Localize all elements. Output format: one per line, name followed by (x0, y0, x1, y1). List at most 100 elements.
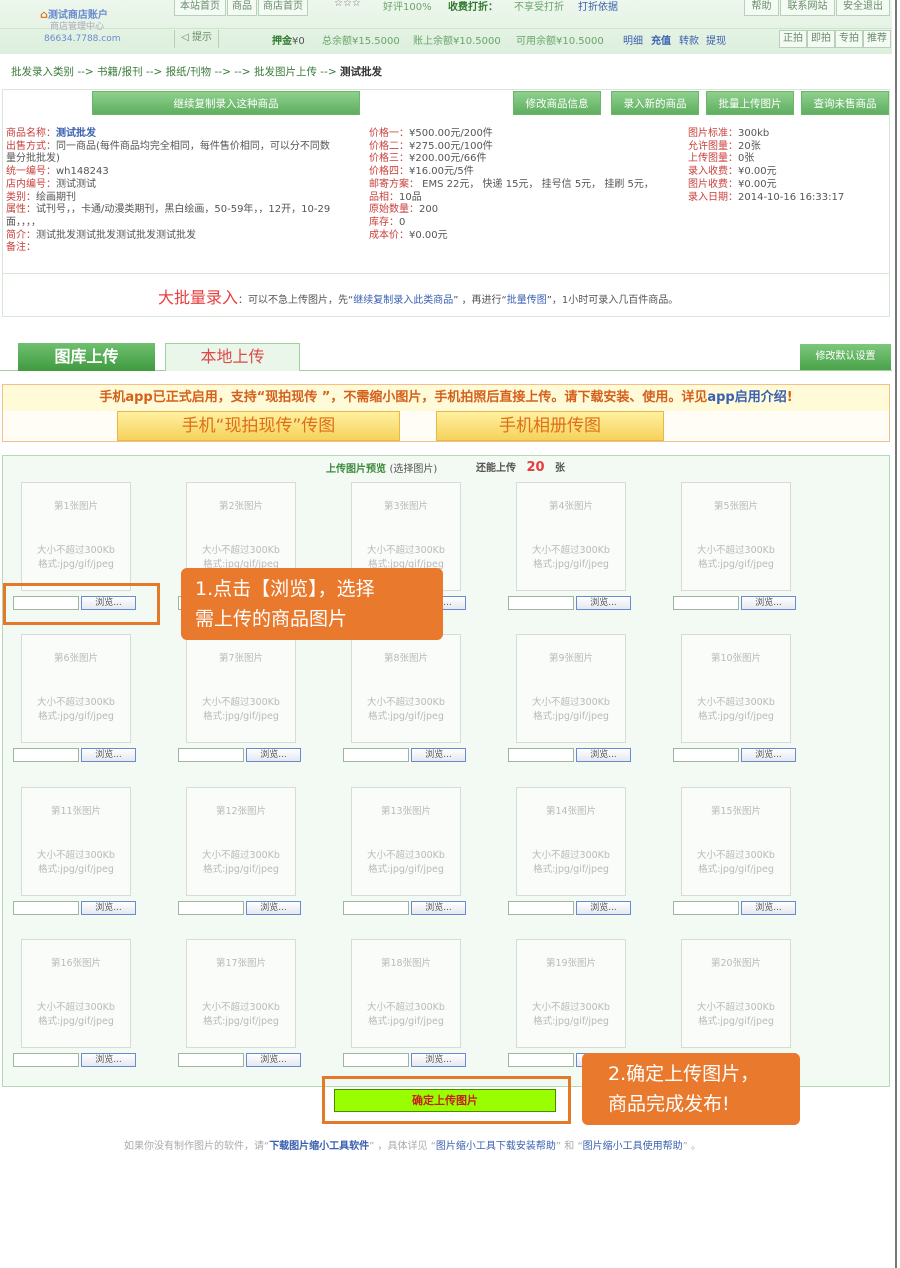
browse-button[interactable]: 浏览... (411, 901, 466, 915)
bulk-upload-button[interactable]: 批量上传图片 (706, 91, 794, 115)
query-unsold-button[interactable]: 查询未售商品 (801, 91, 889, 115)
image-placeholder: 第9张图片 大小不超过300Kb 格式:jpg/gif/jpeg (516, 634, 626, 743)
file-path-input[interactable] (673, 901, 739, 915)
size-hint: 大小不超过300Kb (202, 697, 280, 708)
browse-button[interactable]: 浏览... (81, 748, 136, 762)
format-hint: 格式:jpg/gif/jpeg (533, 559, 609, 570)
browse-button[interactable]: 浏览... (576, 901, 631, 915)
footer-text3: ” 和 “ (555, 1141, 583, 1152)
format-hint: 格式:jpg/gif/jpeg (698, 864, 774, 875)
browse-button[interactable]: 浏览... (411, 1053, 466, 1067)
file-path-input[interactable] (343, 1053, 409, 1067)
rating-text: 好评100% (383, 2, 432, 13)
deposit-label: 押金 (272, 36, 292, 47)
auction-instant-button[interactable]: 即拍 (807, 30, 835, 48)
app-intro-link[interactable]: app启用介绍 (707, 390, 786, 405)
file-path-input[interactable] (13, 748, 79, 762)
browse-button[interactable]: 浏览... (81, 901, 136, 915)
size-hint: 大小不超过300Kb (37, 545, 115, 556)
edit-product-button[interactable]: 修改商品信息 (513, 91, 601, 115)
detail-key: 图片收费： (688, 178, 738, 190)
detail-value: 20张 (738, 140, 761, 152)
file-path-input[interactable] (508, 596, 574, 610)
shop-domain[interactable]: 86634.7788.com (44, 34, 120, 44)
account-balance: 账上余额¥10.5000 (413, 36, 501, 47)
slot-title: 第19张图片 (545, 958, 597, 969)
usage-help-link[interactable]: 图片缩小工具使用帮助 (583, 1141, 683, 1152)
slot-title: 第16张图片 (50, 958, 102, 969)
format-hint: 格式:jpg/gif/jpeg (533, 864, 609, 875)
browse-button[interactable]: 浏览... (411, 748, 466, 762)
file-path-input[interactable] (13, 1053, 79, 1067)
recharge-link[interactable]: 充值 (651, 32, 671, 47)
file-path-input[interactable] (508, 748, 574, 762)
file-path-input[interactable] (673, 748, 739, 762)
auction-normal-button[interactable]: 正拍 (779, 30, 807, 48)
file-path-input[interactable] (673, 596, 739, 610)
download-tool-link[interactable]: 下载图片缩小工具软件 (269, 1141, 369, 1152)
browse-button[interactable]: 浏览... (246, 748, 301, 762)
goods-button[interactable]: 商品 (227, 0, 257, 16)
format-hint: 格式:jpg/gif/jpeg (38, 1016, 114, 1027)
preview-label: 上传图片预览 (326, 464, 386, 475)
detail-key: 出售方式： (6, 140, 56, 152)
file-path-input[interactable] (508, 1053, 574, 1067)
image-placeholder: 第16张图片 大小不超过300Kb 格式:jpg/gif/jpeg (21, 939, 131, 1048)
auction-special-button[interactable]: 专拍 (835, 30, 863, 48)
detail-key: 原始数量： (369, 204, 419, 216)
detail-row: 录入收费：¥0.00元 (688, 166, 844, 179)
transfer-link[interactable]: 转款 (679, 32, 699, 47)
continue-copy-button[interactable]: 继续复制录入这种商品 (92, 91, 360, 115)
detail-row: 备注： (6, 242, 330, 255)
footer-text4: ” 。 (682, 1141, 701, 1152)
detail-row: 统一编号：wh148243 (6, 166, 330, 179)
detail-value: 200 (419, 204, 439, 216)
default-settings-button[interactable]: 修改默认设置 (800, 344, 891, 370)
new-product-button[interactable]: 录入新的商品 (611, 91, 699, 115)
browse-button[interactable]: 浏览... (576, 596, 631, 610)
confirm-upload-button[interactable]: 确定上传图片 (334, 1089, 556, 1112)
recommend-button[interactable]: 推荐 (863, 30, 891, 48)
breadcrumb-path[interactable]: 批发录入类别 --> 书籍/报刊 --> 报纸/刊物 --> --> 批发图片上… (11, 66, 337, 78)
detail-row: 库存：0 (369, 217, 654, 230)
detail-key: 价格四： (369, 166, 409, 178)
discount-basis-link[interactable]: 打折依据 (578, 0, 618, 13)
browse-button[interactable]: 浏览... (81, 1053, 136, 1067)
size-hint: 大小不超过300Kb (697, 697, 775, 708)
batch-upload-link[interactable]: 批量传图 (507, 295, 547, 306)
install-help-link[interactable]: 图片缩小工具下载安装帮助 (436, 1141, 556, 1152)
copy-entry-link[interactable]: 继续复制录入此类商品 (353, 295, 453, 306)
logout-button[interactable]: 安全退出 (836, 0, 890, 16)
album-upload-button[interactable]: 手机相册传图 (436, 411, 664, 441)
browse-button[interactable]: 浏览... (741, 596, 796, 610)
browse-button[interactable]: 浏览... (246, 901, 301, 915)
file-path-input[interactable] (13, 901, 79, 915)
shop-home-button[interactable]: 商店首页 (258, 0, 308, 16)
file-path-input[interactable] (343, 901, 409, 915)
site-home-button[interactable]: 本站首页 (174, 0, 226, 16)
product-details-col2: 价格一：¥500.00元/200件 价格二：¥275.00元/100件 价格三：¥2… (369, 128, 654, 242)
detail-row: 量分批批发) (6, 153, 330, 166)
remaining-count: 20 (526, 460, 545, 475)
file-path-input[interactable] (343, 748, 409, 762)
tab-local-upload[interactable]: 本地上传 (165, 343, 300, 371)
file-path-input[interactable] (508, 901, 574, 915)
file-path-input[interactable] (178, 1053, 244, 1067)
remaining-label: 还能上传 (476, 463, 516, 474)
browse-button[interactable]: 浏览... (741, 901, 796, 915)
detail-link[interactable]: 明细 (623, 32, 643, 47)
browse-button[interactable]: 浏览... (246, 1053, 301, 1067)
contact-button[interactable]: 联系网站 (780, 0, 835, 16)
live-capture-upload-button[interactable]: 手机“现拍现传”传图 (117, 411, 400, 441)
footer-text1: 如果你没有制作图片的软件，请“ (124, 1141, 270, 1152)
notice-button[interactable]: ◁ 提示 (174, 30, 219, 48)
tab-gallery-upload[interactable]: 图库上传 (18, 343, 155, 371)
file-path-input[interactable] (178, 748, 244, 762)
usable-balance: 可用余额¥10.5000 (516, 36, 604, 47)
format-hint: 格式:jpg/gif/jpeg (698, 1016, 774, 1027)
help-button[interactable]: 帮助 (744, 0, 779, 16)
file-path-input[interactable] (178, 901, 244, 915)
browse-button[interactable]: 浏览... (576, 748, 631, 762)
withdraw-link[interactable]: 提现 (706, 32, 726, 47)
browse-button[interactable]: 浏览... (741, 748, 796, 762)
